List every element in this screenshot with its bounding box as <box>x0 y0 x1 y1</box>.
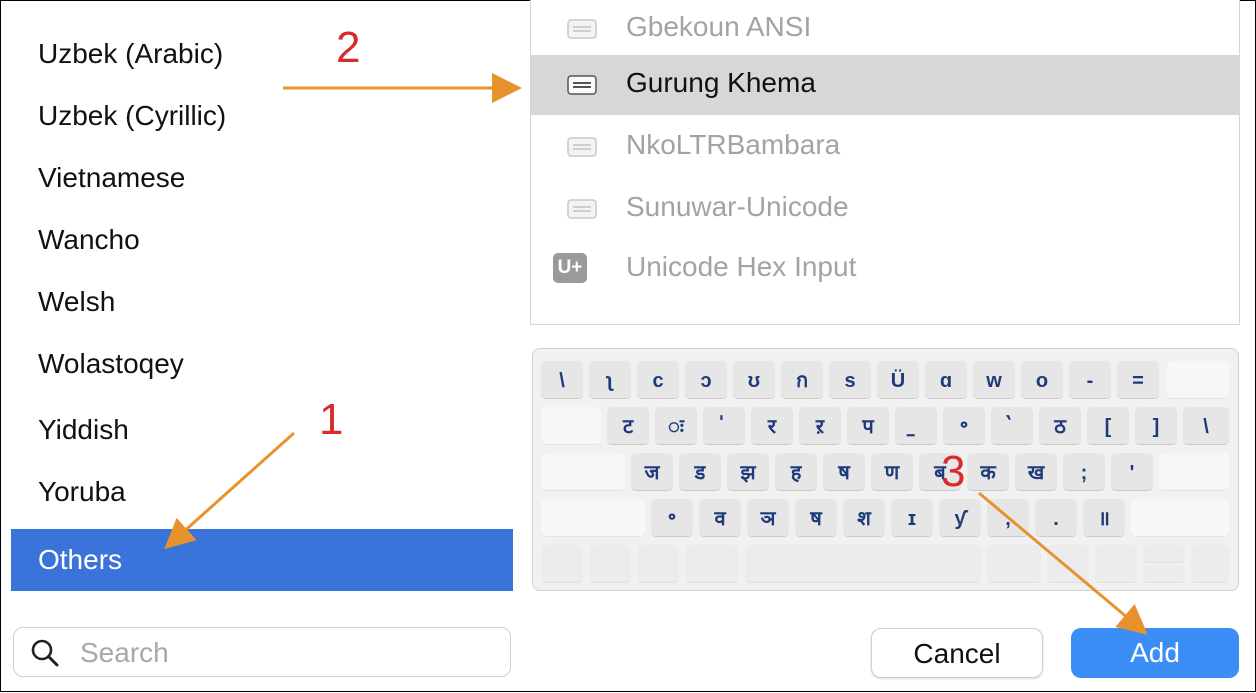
key: [ <box>1087 407 1129 445</box>
key: ऱ <box>799 407 841 445</box>
key: = <box>1117 361 1159 399</box>
key-control <box>589 545 631 583</box>
language-item-welsh[interactable]: Welsh <box>11 271 513 333</box>
key: ॓ <box>991 407 1033 445</box>
key: ' <box>1111 453 1153 491</box>
key-command-right <box>987 545 1041 583</box>
key: \ <box>541 361 583 399</box>
key: ʊ <box>733 361 775 399</box>
language-item-yoruba[interactable]: Yoruba <box>11 461 513 523</box>
key: ॥ <box>1083 499 1125 537</box>
key-arrow-up <box>1143 545 1185 563</box>
annotation-step-1: 1 <box>319 395 344 444</box>
key: व <box>699 499 741 537</box>
keyboard-icon <box>567 199 597 219</box>
key: ठ <box>1039 407 1081 445</box>
key-delete <box>1167 361 1229 399</box>
keyboard-preview: \ ʅ c ɔ ʊ ก s Ü ɑ w o - = ट ः ॑ र ऱ प ॒ … <box>532 348 1239 591</box>
key: ; <box>1063 453 1105 491</box>
key: ह <box>775 453 817 491</box>
key-caps-lock <box>541 453 625 491</box>
search-placeholder: Search <box>80 637 169 668</box>
layout-list[interactable]: Gbekoun ANSI Gurung Khema NkoLTRBambara … <box>530 0 1240 325</box>
key-arrow-left <box>1095 545 1137 583</box>
key: ड <box>679 453 721 491</box>
key: o <box>1021 361 1063 399</box>
language-item-uzbek-arabic[interactable]: Uzbek (Arabic) <box>11 23 513 85</box>
annotation-step-3: 3 <box>941 447 966 496</box>
key: ॰ <box>651 499 693 537</box>
key: ʅ <box>589 361 631 399</box>
layout-item-nkoltrbambara[interactable]: NkoLTRBambara <box>531 117 1239 177</box>
key-fn <box>541 545 583 583</box>
key: s <box>829 361 871 399</box>
key-option-right <box>1047 545 1089 583</box>
key: - <box>1069 361 1111 399</box>
language-list[interactable]: Uzbek (Arabic) Uzbek (Cyrillic) Vietname… <box>11 9 513 597</box>
language-item-wolastoqey[interactable]: Wolastoqey <box>11 333 513 395</box>
key-command-left <box>685 545 739 583</box>
key-shift-left <box>541 499 645 537</box>
language-item-yiddish[interactable]: Yiddish <box>11 399 513 461</box>
layout-item-sunuwar-unicode[interactable]: Sunuwar-Unicode <box>531 179 1239 239</box>
key: ƴ <box>939 499 981 537</box>
key: ञ <box>747 499 789 537</box>
key-shift-right <box>1131 499 1229 537</box>
layout-label: Sunuwar-Unicode <box>626 191 849 222</box>
key: ॰ <box>943 407 985 445</box>
layout-label: Unicode Hex Input <box>626 251 857 282</box>
language-item-vietnamese[interactable]: Vietnamese <box>11 147 513 209</box>
layout-item-gurung-khema[interactable]: Gurung Khema <box>531 55 1239 115</box>
key: c <box>637 361 679 399</box>
add-input-source-dialog: Uzbek (Arabic) Uzbek (Cyrillic) Vietname… <box>0 0 1256 692</box>
unicode-hex-icon: U+ <box>553 253 587 283</box>
key: w <box>973 361 1015 399</box>
key: ɑ <box>925 361 967 399</box>
language-item-others[interactable]: Others <box>11 529 513 591</box>
key: Ü <box>877 361 919 399</box>
key: ॑ <box>703 407 745 445</box>
key: ɔ <box>685 361 727 399</box>
layout-label: Gbekoun ANSI <box>626 11 812 42</box>
keyboard-icon <box>567 137 597 157</box>
add-button[interactable]: Add <box>1071 628 1239 678</box>
key: ट <box>607 407 649 445</box>
layout-item-unicode-hex-input[interactable]: U+ Unicode Hex Input <box>531 239 1239 299</box>
key: , <box>987 499 1029 537</box>
key-arrow-down <box>1143 565 1185 583</box>
key: ख <box>1015 453 1057 491</box>
keyboard-icon <box>567 75 597 95</box>
layout-item-gbekoun-ansi[interactable]: Gbekoun ANSI <box>531 0 1239 59</box>
key: ɪ <box>891 499 933 537</box>
layout-label: Gurung Khema <box>626 67 816 98</box>
key-tab <box>541 407 601 445</box>
key: श <box>843 499 885 537</box>
cancel-button[interactable]: Cancel <box>871 628 1043 678</box>
key-space <box>745 545 981 583</box>
language-item-wancho[interactable]: Wancho <box>11 209 513 271</box>
key: . <box>1035 499 1077 537</box>
layout-label: NkoLTRBambara <box>626 129 841 160</box>
key: क <box>967 453 1009 491</box>
key: \ <box>1183 407 1229 445</box>
search-field[interactable]: Search <box>13 627 511 677</box>
key: ष <box>823 453 865 491</box>
key: ण <box>871 453 913 491</box>
key-option <box>637 545 679 583</box>
key-return <box>1159 453 1229 491</box>
key: र <box>751 407 793 445</box>
annotation-step-2: 2 <box>336 23 361 72</box>
key: ก <box>781 361 823 399</box>
keyboard-icon <box>567 19 597 39</box>
key: ॒ <box>895 407 937 445</box>
key: ः <box>655 407 697 445</box>
key: ] <box>1135 407 1177 445</box>
key-arrow-right <box>1191 545 1229 583</box>
key: ज <box>631 453 673 491</box>
search-icon <box>31 639 59 667</box>
key: प <box>847 407 889 445</box>
key: झ <box>727 453 769 491</box>
language-item-uzbek-cyrillic[interactable]: Uzbek (Cyrillic) <box>11 85 513 147</box>
key: ष <box>795 499 837 537</box>
